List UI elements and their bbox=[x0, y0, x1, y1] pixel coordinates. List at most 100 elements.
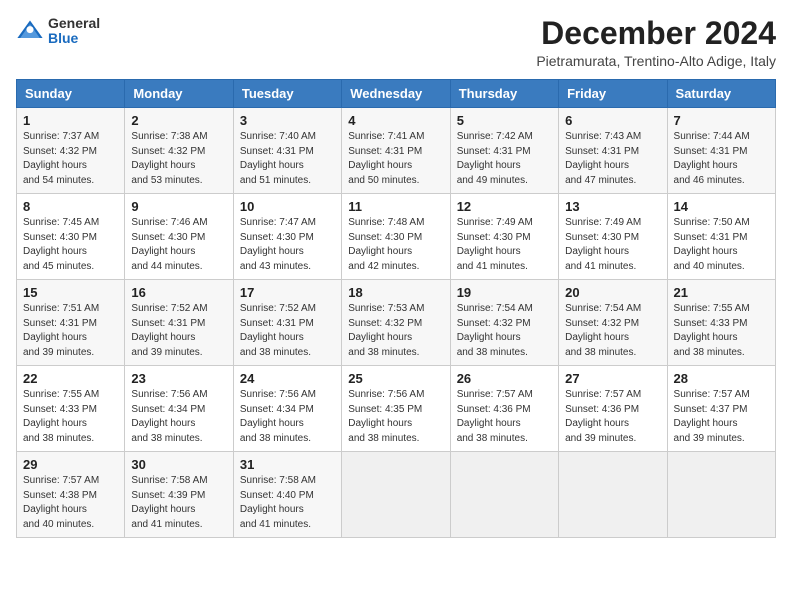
day-number: 24 bbox=[240, 371, 335, 386]
calendar-cell: 27Sunrise: 7:57 AMSunset: 4:36 PMDayligh… bbox=[559, 366, 667, 452]
day-info: Sunrise: 7:47 AMSunset: 4:30 PMDaylight … bbox=[240, 216, 335, 274]
daylight-detail: and 44 minutes. bbox=[131, 260, 226, 275]
day-number: 19 bbox=[457, 285, 552, 300]
daylight-info: Daylight hours bbox=[240, 503, 335, 518]
calendar-cell: 17Sunrise: 7:52 AMSunset: 4:31 PMDayligh… bbox=[233, 280, 341, 366]
weekday-header-row: SundayMondayTuesdayWednesdayThursdayFrid… bbox=[17, 80, 776, 108]
weekday-header-thursday: Thursday bbox=[450, 80, 558, 108]
day-number: 12 bbox=[457, 199, 552, 214]
day-number: 22 bbox=[23, 371, 118, 386]
weekday-header-saturday: Saturday bbox=[667, 80, 775, 108]
calendar-cell: 12Sunrise: 7:49 AMSunset: 4:30 PMDayligh… bbox=[450, 194, 558, 280]
sunset-info: Sunset: 4:37 PM bbox=[674, 403, 769, 418]
day-number: 16 bbox=[131, 285, 226, 300]
sunrise-info: Sunrise: 7:38 AM bbox=[131, 130, 226, 145]
calendar-cell: 14Sunrise: 7:50 AMSunset: 4:31 PMDayligh… bbox=[667, 194, 775, 280]
calendar-table: SundayMondayTuesdayWednesdayThursdayFrid… bbox=[16, 79, 776, 538]
day-number: 9 bbox=[131, 199, 226, 214]
sunrise-info: Sunrise: 7:57 AM bbox=[457, 388, 552, 403]
sunset-info: Sunset: 4:33 PM bbox=[23, 403, 118, 418]
sunset-info: Sunset: 4:31 PM bbox=[674, 231, 769, 246]
calendar-cell: 23Sunrise: 7:56 AMSunset: 4:34 PMDayligh… bbox=[125, 366, 233, 452]
sunrise-info: Sunrise: 7:57 AM bbox=[23, 474, 118, 489]
sunset-info: Sunset: 4:30 PM bbox=[23, 231, 118, 246]
day-info: Sunrise: 7:58 AMSunset: 4:40 PMDaylight … bbox=[240, 474, 335, 532]
day-number: 10 bbox=[240, 199, 335, 214]
day-number: 6 bbox=[565, 113, 660, 128]
sunset-info: Sunset: 4:34 PM bbox=[131, 403, 226, 418]
daylight-info: Daylight hours bbox=[457, 331, 552, 346]
sunset-info: Sunset: 4:32 PM bbox=[348, 317, 443, 332]
calendar-cell: 16Sunrise: 7:52 AMSunset: 4:31 PMDayligh… bbox=[125, 280, 233, 366]
daylight-detail: and 39 minutes. bbox=[565, 432, 660, 447]
sunrise-info: Sunrise: 7:40 AM bbox=[240, 130, 335, 145]
daylight-info: Daylight hours bbox=[348, 159, 443, 174]
calendar-cell: 31Sunrise: 7:58 AMSunset: 4:40 PMDayligh… bbox=[233, 452, 341, 538]
sunset-info: Sunset: 4:38 PM bbox=[23, 489, 118, 504]
daylight-detail: and 42 minutes. bbox=[348, 260, 443, 275]
day-number: 29 bbox=[23, 457, 118, 472]
day-info: Sunrise: 7:45 AMSunset: 4:30 PMDaylight … bbox=[23, 216, 118, 274]
sunset-info: Sunset: 4:31 PM bbox=[23, 317, 118, 332]
calendar-cell: 13Sunrise: 7:49 AMSunset: 4:30 PMDayligh… bbox=[559, 194, 667, 280]
sunset-info: Sunset: 4:32 PM bbox=[565, 317, 660, 332]
day-number: 5 bbox=[457, 113, 552, 128]
sunset-info: Sunset: 4:32 PM bbox=[131, 145, 226, 160]
calendar-cell: 28 Sunrise: 7:57 AMSunset: 4:37 PMDayligh… bbox=[667, 366, 775, 452]
day-number: 27 bbox=[565, 371, 660, 386]
day-info: Sunrise: 7:51 AMSunset: 4:31 PMDaylight … bbox=[23, 302, 118, 360]
daylight-info: Daylight hours bbox=[674, 159, 769, 174]
day-number: 3 bbox=[240, 113, 335, 128]
calendar-cell: 6Sunrise: 7:43 AMSunset: 4:31 PMDaylight… bbox=[559, 108, 667, 194]
sunset-info: Sunset: 4:31 PM bbox=[131, 317, 226, 332]
calendar-cell: 21Sunrise: 7:55 AMSunset: 4:33 PMDayligh… bbox=[667, 280, 775, 366]
day-number: 11 bbox=[348, 199, 443, 214]
daylight-info: Daylight hours bbox=[348, 245, 443, 260]
weekday-header-sunday: Sunday bbox=[17, 80, 125, 108]
day-info: Sunrise: 7:55 AMSunset: 4:33 PMDaylight … bbox=[23, 388, 118, 446]
day-info: Sunrise: 7:57 AMSunset: 4:37 PMDaylight … bbox=[674, 388, 769, 446]
calendar-cell: 10 Sunrise: 7:47 AMSunset: 4:30 PMDayligh… bbox=[233, 194, 341, 280]
day-number: 28 bbox=[674, 371, 769, 386]
daylight-info: Daylight hours bbox=[674, 331, 769, 346]
day-info: Sunrise: 7:55 AMSunset: 4:33 PMDaylight … bbox=[674, 302, 769, 360]
daylight-detail: and 49 minutes. bbox=[457, 174, 552, 189]
sunset-info: Sunset: 4:30 PM bbox=[565, 231, 660, 246]
calendar-cell: 26Sunrise: 7:57 AMSunset: 4:36 PMDayligh… bbox=[450, 366, 558, 452]
day-info: Sunrise: 7:46 AMSunset: 4:30 PMDaylight … bbox=[131, 216, 226, 274]
daylight-info: Daylight hours bbox=[23, 331, 118, 346]
daylight-detail: and 38 minutes. bbox=[240, 432, 335, 447]
day-info: Sunrise: 7:58 AMSunset: 4:39 PMDaylight … bbox=[131, 474, 226, 532]
daylight-info: Daylight hours bbox=[131, 417, 226, 432]
sunrise-info: Sunrise: 7:37 AM bbox=[23, 130, 118, 145]
daylight-info: Daylight hours bbox=[565, 417, 660, 432]
daylight-info: Daylight hours bbox=[240, 159, 335, 174]
daylight-info: Daylight hours bbox=[23, 245, 118, 260]
weekday-header-wednesday: Wednesday bbox=[342, 80, 450, 108]
calendar-cell: 5Sunrise: 7:42 AMSunset: 4:31 PMDaylight… bbox=[450, 108, 558, 194]
calendar-cell: 1Sunrise: 7:37 AMSunset: 4:32 PMDaylight… bbox=[17, 108, 125, 194]
daylight-info: Daylight hours bbox=[240, 331, 335, 346]
daylight-info: Daylight hours bbox=[131, 159, 226, 174]
day-number: 7 bbox=[674, 113, 769, 128]
daylight-detail: and 43 minutes. bbox=[240, 260, 335, 275]
daylight-detail: and 40 minutes. bbox=[674, 260, 769, 275]
sunset-info: Sunset: 4:31 PM bbox=[674, 145, 769, 160]
daylight-detail: and 41 minutes. bbox=[240, 518, 335, 533]
day-info: Sunrise: 7:57 AMSunset: 4:36 PMDaylight … bbox=[457, 388, 552, 446]
daylight-info: Daylight hours bbox=[348, 331, 443, 346]
calendar-header: General Blue December 2024 Pietramurata,… bbox=[16, 16, 776, 69]
daylight-detail: and 38 minutes. bbox=[240, 346, 335, 361]
sunrise-info: Sunrise: 7:58 AM bbox=[131, 474, 226, 489]
sunset-info: Sunset: 4:30 PM bbox=[240, 231, 335, 246]
calendar-cell: 18Sunrise: 7:53 AMSunset: 4:32 PMDayligh… bbox=[342, 280, 450, 366]
daylight-detail: and 50 minutes. bbox=[348, 174, 443, 189]
sunrise-info: Sunrise: 7:56 AM bbox=[348, 388, 443, 403]
daylight-detail: and 38 minutes. bbox=[348, 432, 443, 447]
sunset-info: Sunset: 4:36 PM bbox=[457, 403, 552, 418]
calendar-cell bbox=[559, 452, 667, 538]
daylight-info: Daylight hours bbox=[565, 159, 660, 174]
day-info: Sunrise: 7:38 AMSunset: 4:32 PMDaylight … bbox=[131, 130, 226, 188]
day-info: Sunrise: 7:57 AMSunset: 4:38 PMDaylight … bbox=[23, 474, 118, 532]
calendar-cell: 22 Sunrise: 7:55 AMSunset: 4:33 PMDayligh… bbox=[17, 366, 125, 452]
